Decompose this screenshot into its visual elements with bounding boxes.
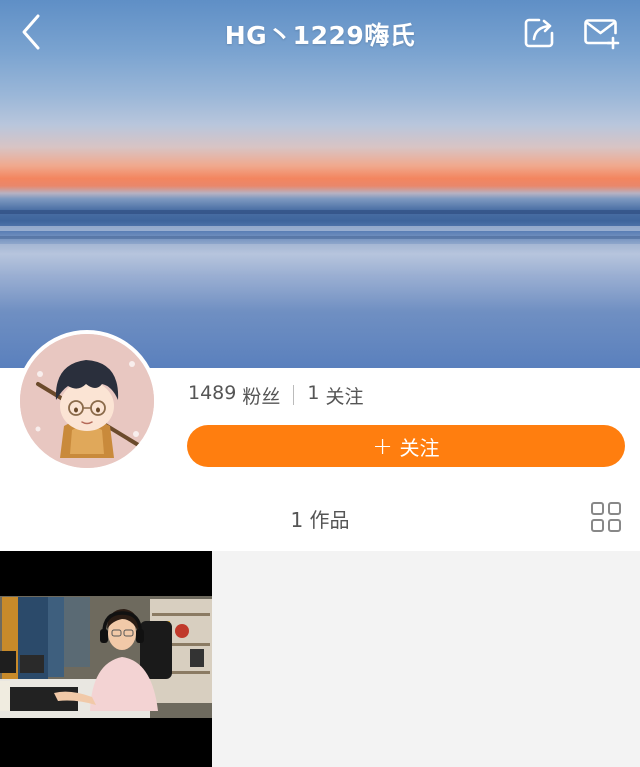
grid-view-button[interactable]: [590, 501, 622, 533]
stats-divider: [293, 385, 295, 405]
message-button[interactable]: [582, 16, 622, 50]
fans-count: 1489: [188, 381, 237, 404]
share-icon: [524, 18, 554, 48]
follow-button[interactable]: + 关注: [187, 425, 625, 467]
works-header: 1 作品: [0, 490, 640, 546]
following-label: 关注: [325, 385, 364, 408]
plus-icon: +: [372, 432, 393, 460]
profile-page: HG丶1229嗨氏 1489 粉丝 1 关注 + 关注 1 作品: [0, 0, 640, 767]
fans-label: 粉丝: [242, 385, 281, 408]
page-title: HG丶1229嗨氏: [224, 21, 416, 50]
profile-stats: 1489 粉丝 1 关注: [188, 380, 363, 410]
grid-view-icon: [591, 502, 621, 532]
share-button[interactable]: [522, 16, 556, 50]
fans-stat[interactable]: 1489 粉丝: [188, 382, 280, 409]
back-button[interactable]: [14, 12, 50, 52]
avatar-image: [20, 334, 154, 468]
works-count[interactable]: 1 作品: [0, 504, 640, 533]
mail-icon: [584, 19, 620, 50]
top-bar: HG丶1229嗨氏: [0, 0, 640, 66]
follow-button-label: 关注: [399, 435, 440, 460]
chevron-left-icon: [22, 14, 40, 50]
work-thumbnail[interactable]: [0, 551, 212, 767]
avatar[interactable]: [16, 330, 158, 472]
following-stat[interactable]: 1 关注: [307, 382, 363, 409]
following-count: 1: [307, 381, 320, 404]
video-thumbnail-image: [0, 551, 212, 767]
